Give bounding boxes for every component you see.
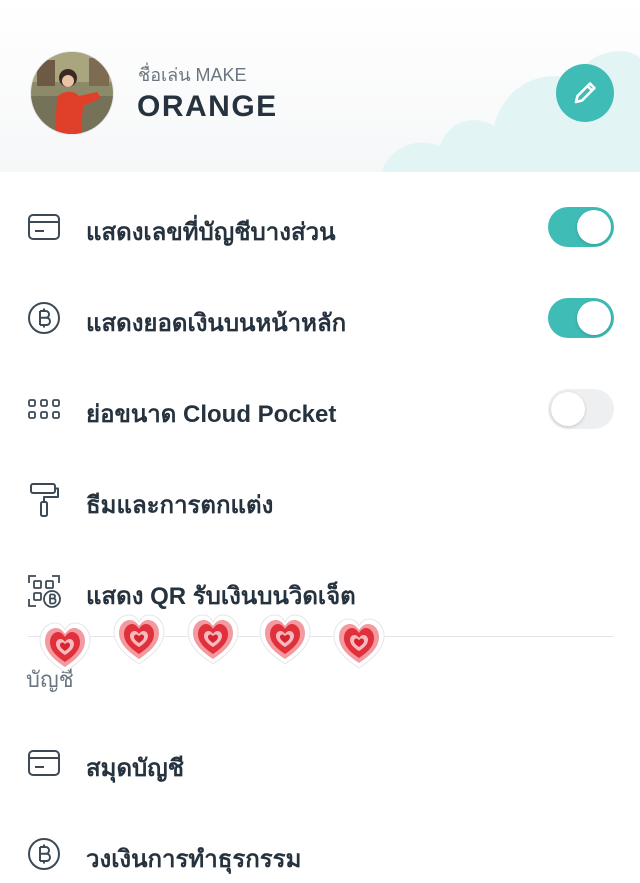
- profile-header: ชื่อเล่น MAKE ORANGE: [0, 0, 640, 172]
- heart-stickers: [39, 614, 385, 673]
- edit-profile-button[interactable]: [556, 64, 614, 122]
- pencil-icon: [574, 82, 596, 104]
- setting-row-balance-on-home: แสดงยอดเงินบนหน้าหลัก: [0, 287, 640, 347]
- grid-icon: [26, 391, 62, 427]
- card-icon: [26, 209, 62, 245]
- qr-baht-icon: [26, 573, 62, 609]
- account-row-transaction-limit[interactable]: วงเงินการทำธุรกรรม: [0, 823, 640, 883]
- avatar[interactable]: [31, 52, 113, 134]
- setting-row-compact-cloud-pocket: ย่อขนาด Cloud Pocket: [0, 378, 640, 438]
- setting-row-qr-widget[interactable]: แสดง QR รับเงินบนวิดเจ็ต: [0, 560, 640, 620]
- balance-on-home-toggle[interactable]: [548, 298, 614, 338]
- nickname-label: ชื่อเล่น MAKE: [138, 65, 247, 85]
- setting-label: แสดงเลขที่บัญชีบางส่วน: [86, 219, 336, 246]
- baht-icon: [26, 836, 62, 872]
- passbook-icon: [26, 745, 62, 781]
- compact-cloud-pocket-toggle[interactable]: [548, 389, 614, 429]
- partial-account-number-toggle[interactable]: [548, 207, 614, 247]
- setting-label: ธีมและการตกแต่ง: [86, 492, 274, 519]
- setting-row-theme[interactable]: ธีมและการตกแต่ง: [0, 469, 640, 529]
- setting-row-partial-account-number: แสดงเลขที่บัญชีบางส่วน: [0, 196, 640, 256]
- baht-icon: [26, 300, 62, 336]
- setting-label: แสดง QR รับเงินบนวิดเจ็ต: [86, 583, 356, 610]
- account-label: สมุดบัญชี: [86, 755, 185, 782]
- setting-label: แสดงยอดเงินบนหน้าหลัก: [86, 310, 347, 337]
- setting-label: ย่อขนาด Cloud Pocket: [86, 401, 337, 428]
- paint-roller-icon: [26, 482, 62, 518]
- nickname: ORANGE: [137, 90, 278, 123]
- account-label: วงเงินการทำธุรกรรม: [86, 846, 302, 873]
- account-row-passbook[interactable]: สมุดบัญชี: [0, 732, 640, 792]
